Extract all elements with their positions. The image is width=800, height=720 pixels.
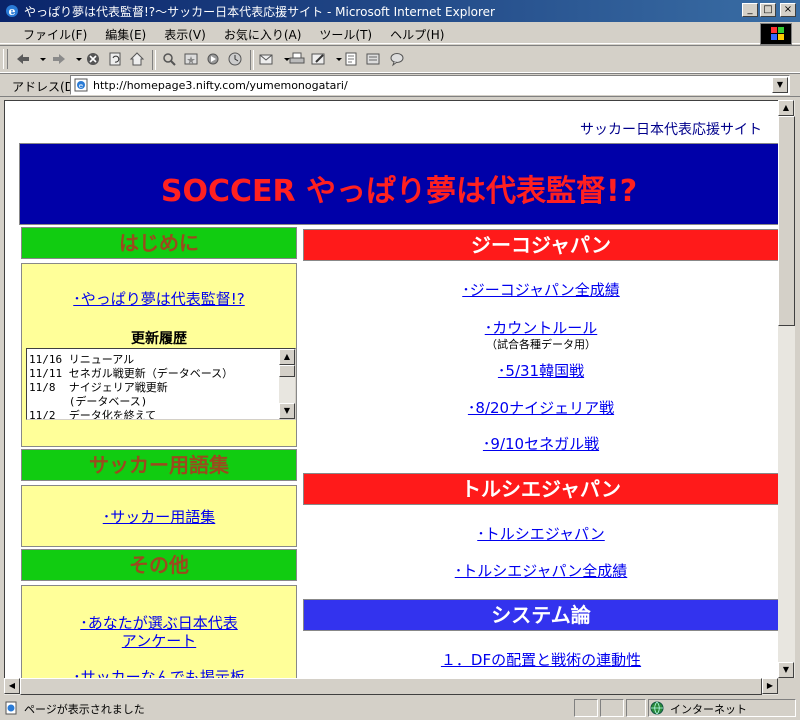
intro-section: ･やっぱり夢は代表監督!? 更新履歴 11/16 リニューアル 11/11 セネ… xyxy=(21,263,297,447)
other-section: ･あなたが選ぶ日本代表 アンケート ･サッカーなんでも掲示板 xyxy=(21,585,297,678)
scroll-down-icon[interactable]: ▼ xyxy=(279,403,295,419)
scroll-down-icon[interactable]: ▼ xyxy=(778,662,794,678)
count-rule-link[interactable]: ･カウントルール xyxy=(303,317,778,338)
other-heading: その他 xyxy=(21,549,297,581)
status-text: ページが表示されました xyxy=(24,703,145,716)
history-icon[interactable] xyxy=(226,51,244,67)
menu-tools[interactable]: ツール(T) xyxy=(310,26,381,43)
window-title: やっぱり夢は代表監督!?～サッカー日本代表応援サイト - Microsoft I… xyxy=(24,5,495,19)
forward-dropdown-icon[interactable] xyxy=(70,51,82,67)
troussier-results-link[interactable]: ･トルシエジャパン全成績 xyxy=(303,560,778,581)
vertical-scrollbar[interactable]: ▲ ▼ xyxy=(778,100,795,678)
zico-results-link[interactable]: ･ジーコジャパン全成績 xyxy=(303,279,778,300)
address-bar: アドレス(D) e http://homepage3.nifty.com/yum… xyxy=(0,73,800,97)
status-pane xyxy=(626,699,646,717)
glossary-section: ･サッカー用語集 xyxy=(21,485,297,547)
menu-help[interactable]: ヘルプ(H) xyxy=(381,26,453,43)
vertical-scroll-thumb[interactable] xyxy=(778,116,795,326)
scroll-corner xyxy=(778,678,795,695)
count-rule-note: （試合各種データ用） xyxy=(486,338,596,351)
site-tagline: サッカー日本代表応援サイト xyxy=(580,122,762,138)
toolbar-separator xyxy=(152,50,156,70)
scroll-up-icon[interactable]: ▲ xyxy=(279,349,295,365)
home-icon[interactable] xyxy=(128,51,146,67)
history-line: 11/2 データ化を終えて xyxy=(29,409,157,420)
scroll-right-icon[interactable]: ▶ xyxy=(762,678,778,694)
edit-icon[interactable] xyxy=(310,51,328,67)
history-title: 更新履歴 xyxy=(131,331,187,347)
status-pane xyxy=(600,699,624,717)
status-pane xyxy=(574,699,598,717)
intro-link[interactable]: ･やっぱり夢は代表監督!? xyxy=(22,288,296,309)
troussier-heading: トルシエジャパン xyxy=(303,473,778,505)
windows-logo-icon xyxy=(760,23,792,45)
senegal-match-link[interactable]: ･9/10セネガル戦 xyxy=(303,433,778,454)
toolbar-separator xyxy=(250,50,254,70)
status-bar: ページが表示されました インターネット xyxy=(0,697,800,720)
stop-icon[interactable] xyxy=(84,51,102,67)
troussier-link[interactable]: ･トルシエジャパン xyxy=(303,523,778,544)
intro-heading: はじめに xyxy=(21,227,297,259)
horizontal-scrollbar[interactable]: ◀ ▶ xyxy=(4,678,778,695)
back-dropdown-icon[interactable] xyxy=(34,51,46,67)
korea-match-link[interactable]: ･5/31韓国戦 xyxy=(303,360,778,381)
scroll-up-icon[interactable]: ▲ xyxy=(778,100,794,116)
forward-icon[interactable] xyxy=(50,51,68,67)
page-icon: e xyxy=(74,78,88,92)
nigeria-match-link[interactable]: ･8/20ナイジェリア戦 xyxy=(303,397,778,418)
menu-favorites[interactable]: お気に入り(A) xyxy=(215,26,311,43)
horizontal-scroll-thumb[interactable] xyxy=(20,678,762,695)
maximize-button[interactable]: □ xyxy=(760,3,776,17)
menu-view[interactable]: 表示(V) xyxy=(155,26,215,43)
favorites-icon[interactable] xyxy=(182,51,200,67)
status-zone: インターネット xyxy=(670,703,747,716)
refresh-icon[interactable] xyxy=(106,51,124,67)
page-content: サッカー日本代表応援サイト SOCCER やっぱり夢は代表監督!? はじめに ･… xyxy=(4,100,778,678)
address-dropdown-icon[interactable]: ▼ xyxy=(772,77,788,93)
ie-icon: e xyxy=(6,5,18,18)
svg-text:e: e xyxy=(9,5,16,18)
address-input[interactable]: e http://homepage3.nifty.com/yumemonogat… xyxy=(70,75,790,95)
search-icon[interactable] xyxy=(160,51,178,67)
menu-bar: ファイル(F) 編集(E) 表示(V) お気に入り(A) ツール(T) ヘルプ(… xyxy=(0,22,800,45)
mail-icon[interactable] xyxy=(258,51,276,67)
internet-globe-icon xyxy=(650,701,664,715)
mail-dropdown-icon[interactable] xyxy=(278,51,290,67)
messenger-icon[interactable] xyxy=(388,51,406,67)
toolbar-grip xyxy=(3,49,8,69)
minimize-button[interactable]: _ xyxy=(742,3,758,17)
close-button[interactable]: × xyxy=(780,3,796,17)
back-icon[interactable] xyxy=(14,51,32,67)
glossary-link[interactable]: ･サッカー用語集 xyxy=(22,506,296,527)
address-url: http://homepage3.nifty.com/yumemonogatar… xyxy=(93,79,348,92)
history-scroll-thumb[interactable] xyxy=(279,365,295,377)
df-system-link[interactable]: １．DFの配置と戦術の連動性 xyxy=(303,649,778,670)
address-label: アドレス(D) xyxy=(12,80,79,94)
page-done-icon xyxy=(5,701,17,715)
edit-dropdown-icon[interactable] xyxy=(330,51,342,67)
media-icon[interactable] xyxy=(204,51,222,67)
toolbar xyxy=(0,45,800,73)
system-heading: システム論 xyxy=(303,599,778,631)
survey-link-line2[interactable]: アンケート xyxy=(22,630,296,651)
history-textarea[interactable]: 11/16 リニューアル 11/11 セネガル戦更新（データベース） 11/8 … xyxy=(26,348,296,420)
scroll-left-icon[interactable]: ◀ xyxy=(4,678,20,694)
svg-text:e: e xyxy=(79,82,83,90)
bbs-link[interactable]: ･サッカーなんでも掲示板 xyxy=(22,666,296,678)
banner-title: SOCCER やっぱり夢は代表監督!? xyxy=(160,174,638,209)
zico-heading: ジーコジャパン xyxy=(303,229,778,261)
banner: SOCCER やっぱり夢は代表監督!? xyxy=(19,143,778,225)
glossary-heading: サッカー用語集 xyxy=(21,449,297,481)
research-icon[interactable] xyxy=(364,51,382,67)
history-scrollbar[interactable]: ▲ ▼ xyxy=(279,349,295,419)
menu-edit[interactable]: 編集(E) xyxy=(96,26,155,43)
menu-file[interactable]: ファイル(F) xyxy=(14,26,96,43)
title-bar: e やっぱり夢は代表監督!?～サッカー日本代表応援サイト - Microsoft… xyxy=(0,0,800,22)
discuss-icon[interactable] xyxy=(342,51,360,67)
print-icon[interactable] xyxy=(288,51,306,67)
